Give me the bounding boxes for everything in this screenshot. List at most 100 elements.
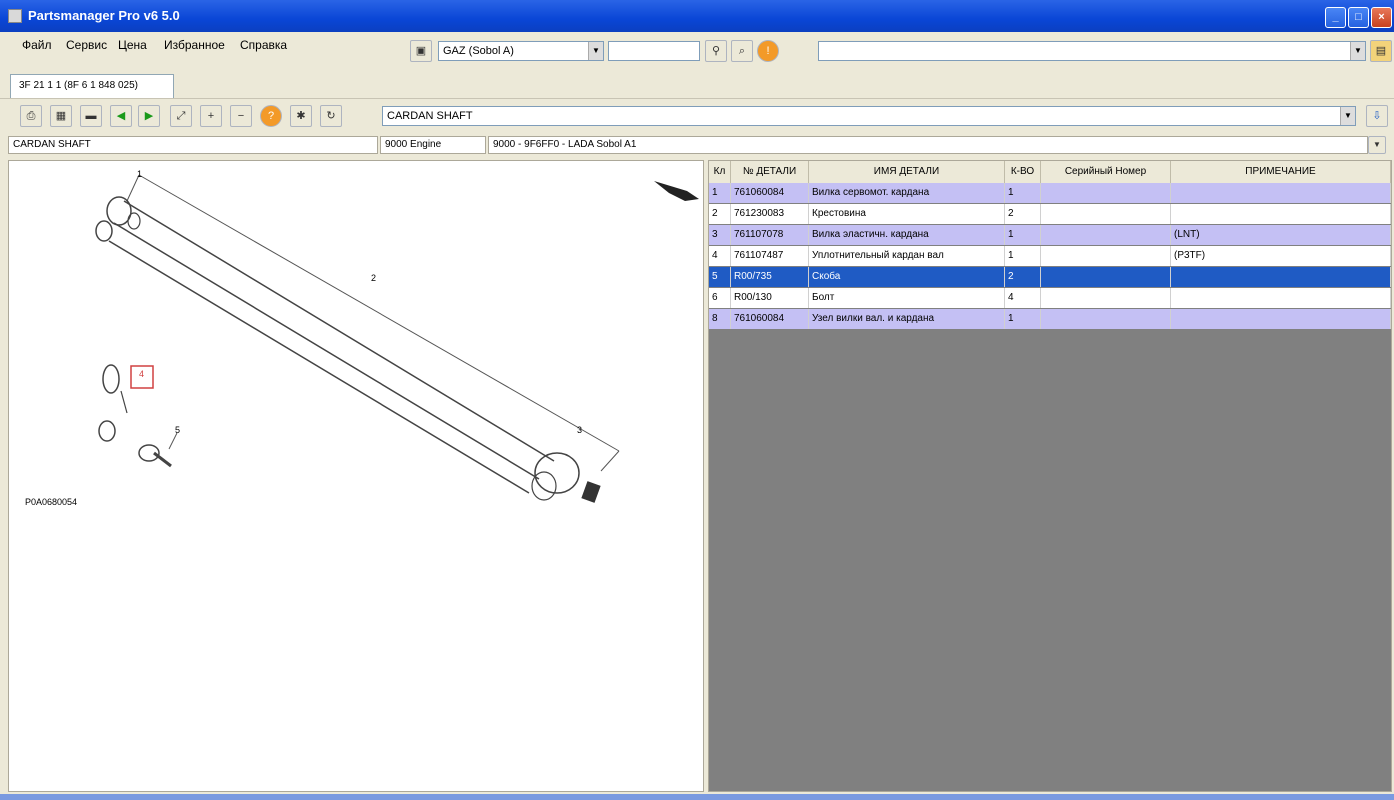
cell-qty: 2 (1005, 204, 1041, 224)
chevron-down-icon: ▼ (1340, 107, 1355, 125)
cell-qty: 2 (1005, 267, 1041, 287)
toolbar: ⎙ ▦ ▬ ◀ ▶ ⤢ + − ? ✱ ↻ CARDAN SHAFT ▼ ⇩ (0, 98, 1394, 133)
status-bar (0, 794, 1394, 800)
cell-name: Вилка сервомот. кардана (809, 183, 1005, 203)
cell-number: 761230083 (731, 204, 809, 224)
cell-serial (1041, 309, 1171, 329)
preview-icon[interactable]: ▦ (50, 105, 72, 127)
menu-help[interactable]: Справка (240, 38, 287, 52)
cell-number: 761107078 (731, 225, 809, 245)
info-bar: CARDAN SHAFT 9000 Engine 9000 - 9F6FF0 -… (0, 134, 1394, 158)
cell-idx: 5 (709, 267, 731, 287)
cell-serial (1041, 288, 1171, 308)
table-row[interactable]: 1 761060084 Вилка сервомот. кардана 1 (709, 183, 1391, 203)
cell-name: Скоба (809, 267, 1005, 287)
cell-serial (1041, 225, 1171, 245)
menu-file[interactable]: Файл (22, 38, 52, 52)
arrow-right-icon[interactable]: ▶ (138, 105, 160, 127)
cell-name: Болт (809, 288, 1005, 308)
minimize-button[interactable]: _ (1325, 7, 1346, 28)
cell-name: Узел вилки вал. и кардана (809, 309, 1005, 329)
menu-favorites[interactable]: Избранное (164, 38, 225, 52)
parts-table-header: Кл № ДЕТАЛИ ИМЯ ДЕТАЛИ К-ВО Серийный Ном… (709, 161, 1391, 184)
cell-serial (1041, 246, 1171, 266)
col-name[interactable]: ИМЯ ДЕТАЛИ (809, 161, 1005, 183)
cell-serial (1041, 183, 1171, 203)
cell-note: (LNT) (1171, 225, 1391, 245)
window-title: Partsmanager Pro v6 5.0 (28, 8, 180, 23)
cell-number: R00/130 (731, 288, 809, 308)
chevron-down-icon: ▼ (1350, 42, 1365, 60)
info-group: CARDAN SHAFT (8, 136, 378, 154)
callout-label: 2 (371, 273, 377, 283)
cell-qty: 1 (1005, 246, 1041, 266)
cell-note (1171, 288, 1391, 308)
table-row[interactable]: 3 761107078 Вилка эластичн. кардана 1 (LNT) (709, 225, 1391, 245)
cell-number: R00/735 (731, 267, 809, 287)
col-index[interactable]: Кл (709, 161, 731, 183)
table-row[interactable]: 5 R00/735 Скоба 2 (709, 267, 1391, 287)
cell-name: Крестовина (809, 204, 1005, 224)
table-row[interactable]: 8 761060084 Узел вилки вал. и кардана 1 (709, 309, 1391, 329)
binoculars-icon[interactable]: ⚲ (705, 40, 727, 62)
cell-qty: 1 (1005, 183, 1041, 203)
search-input[interactable] (608, 41, 700, 61)
menu-bar: Файл Сервис Цена Избранное Справка ▣ GAZ… (0, 32, 1394, 68)
arrow-left-icon[interactable]: ◀ (110, 105, 132, 127)
cell-note: (P3TF) (1171, 246, 1391, 266)
cell-note (1171, 204, 1391, 224)
model-combo[interactable]: GAZ (Sobol A) ▼ (438, 41, 604, 61)
search-icon[interactable]: ⌕ (731, 40, 753, 62)
callout-label: 4 (139, 369, 145, 379)
table-row[interactable]: 6 R00/130 Болт 4 (709, 288, 1391, 308)
list-icon[interactable]: ▬ (80, 105, 102, 127)
zoom-in-icon[interactable]: + (200, 105, 222, 127)
export-icon[interactable]: ⇩ (1366, 105, 1388, 127)
diagram-panel[interactable]: 1 2 3 4 5 P0A0680054 (8, 160, 704, 792)
chevron-down-icon: ▼ (588, 42, 603, 60)
cell-number: 761060084 (731, 183, 809, 203)
cell-idx: 2 (709, 204, 731, 224)
help-icon[interactable]: ? (260, 105, 282, 127)
folder-icon[interactable]: ▤ (1370, 40, 1392, 62)
title-bar: Partsmanager Pro v6 5.0 _ □ × (0, 0, 1394, 32)
callout-label: 3 (577, 425, 583, 435)
cell-idx: 1 (709, 183, 731, 203)
info-model: 9000 - 9F6FF0 - LADA Sobol A1 (488, 136, 1368, 154)
table-row[interactable]: 2 761230083 Крестовина 2 (709, 204, 1391, 224)
path-combo[interactable]: ▼ (818, 41, 1366, 61)
cell-idx: 6 (709, 288, 731, 308)
chevron-down-icon[interactable]: ▼ (1368, 136, 1386, 154)
tab-current[interactable]: 3F 21 1 1 (8F 6 1 848 025) (10, 74, 174, 98)
zoom-out-icon[interactable]: − (230, 105, 252, 127)
refresh-icon[interactable]: ↻ (320, 105, 342, 127)
parts-table: Кл № ДЕТАЛИ ИМЯ ДЕТАЛИ К-ВО Серийный Ном… (708, 160, 1392, 792)
cell-name: Вилка эластичн. кардана (809, 225, 1005, 245)
col-note[interactable]: ПРИМЕЧАНИЕ (1171, 161, 1391, 183)
col-serial[interactable]: Серийный Номер (1041, 161, 1171, 183)
col-number[interactable]: № ДЕТАЛИ (731, 161, 809, 183)
zoom-fit-icon[interactable]: ⤢ (170, 105, 192, 127)
menu-price[interactable]: Цена (118, 38, 147, 52)
group-combo[interactable]: CARDAN SHAFT ▼ (382, 106, 1356, 126)
cell-number: 761107487 (731, 246, 809, 266)
cell-idx: 8 (709, 309, 731, 329)
col-qty[interactable]: К-ВО (1005, 161, 1041, 183)
maximize-button[interactable]: □ (1348, 7, 1369, 28)
cell-qty: 1 (1005, 225, 1041, 245)
info-icon[interactable]: ! (757, 40, 779, 62)
cell-number: 761060084 (731, 309, 809, 329)
model-icon[interactable]: ▣ (410, 40, 432, 62)
settings-icon[interactable]: ✱ (290, 105, 312, 127)
tab-strip: 3F 21 1 1 (8F 6 1 848 025) (0, 68, 1394, 98)
callout-label: 5 (175, 425, 181, 435)
print-icon[interactable]: ⎙ (20, 105, 42, 127)
table-row[interactable]: 4 761107487 Уплотнительный кардан вал 1 (P3T… (709, 246, 1391, 266)
callout-label: 1 (137, 169, 143, 179)
menu-service[interactable]: Сервис (66, 38, 107, 52)
cell-qty: 4 (1005, 288, 1041, 308)
cell-note (1171, 309, 1391, 329)
close-button[interactable]: × (1371, 7, 1392, 28)
app-icon (8, 9, 22, 23)
diagram-ref-code: P0A0680054 (25, 497, 78, 507)
